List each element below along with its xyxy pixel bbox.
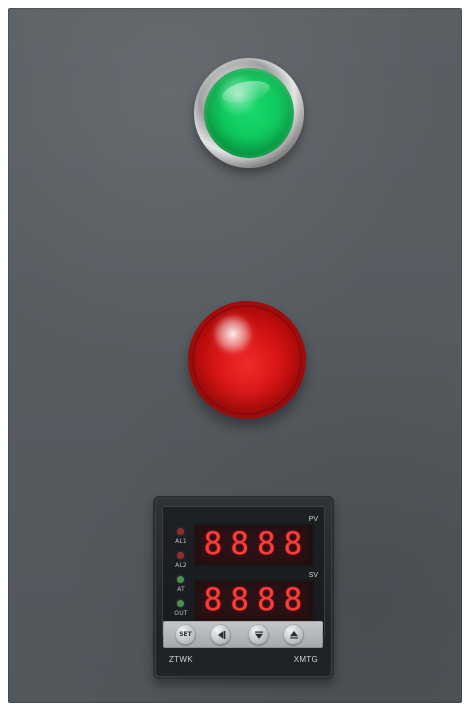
sv-digit-2: 8 xyxy=(230,581,249,618)
up-triangle-icon xyxy=(289,630,298,638)
al1-led xyxy=(177,528,184,535)
pv-label: PV xyxy=(308,516,318,523)
controller-gloss xyxy=(153,649,334,679)
down-triangle-icon xyxy=(254,631,263,639)
al1-label: AL1 xyxy=(175,538,187,545)
down-button[interactable] xyxy=(248,624,269,645)
red-indicator-lamp xyxy=(188,301,306,419)
sv-digit-3: 8 xyxy=(256,581,276,618)
controller-buttons: SET xyxy=(163,621,323,648)
sv-display: 8 8 8 8 xyxy=(194,580,314,622)
pv-digit-1: 8 xyxy=(203,525,223,562)
al2-label: AL2 xyxy=(175,562,187,569)
sv-digit-4: 8 xyxy=(283,581,303,618)
up-button[interactable] xyxy=(283,624,304,645)
temperature-controller: AL1 AL2 AT OUT PV 8 8 8 8 SV 8 8 8 8 SET… xyxy=(153,496,334,679)
brand-left-label: ZTWK xyxy=(169,655,193,664)
set-button[interactable]: SET xyxy=(175,624,196,645)
sv-label: SV xyxy=(308,572,318,579)
out-led xyxy=(177,600,184,607)
out-label: OUT xyxy=(174,610,188,617)
control-panel: AL1 AL2 AT OUT PV 8 8 8 8 SV 8 8 8 8 SET… xyxy=(8,8,462,703)
pv-digit-4: 8 xyxy=(283,525,303,562)
pv-digit-2: 8 xyxy=(230,525,249,562)
at-led xyxy=(177,576,184,583)
status-leds: AL1 AL2 AT OUT xyxy=(172,528,188,628)
pv-digits: 8 8 8 8 xyxy=(201,526,305,562)
brand-right-label: XMTG xyxy=(293,655,318,664)
al2-led xyxy=(177,552,184,559)
green-indicator-lamp xyxy=(194,58,304,168)
pv-digit-3: 8 xyxy=(256,525,276,562)
sv-digits: 8 8 8 8 xyxy=(201,582,305,618)
left-triangle-icon xyxy=(217,630,225,639)
set-button-label: SET xyxy=(179,631,192,638)
red-lamp-rim xyxy=(192,305,302,415)
sv-digit-1: 8 xyxy=(203,581,223,618)
shift-button[interactable] xyxy=(210,624,231,645)
at-label: AT xyxy=(177,586,185,593)
pv-display: 8 8 8 8 xyxy=(194,524,314,566)
green-lamp-lens xyxy=(204,68,294,158)
controller-faceplate: AL1 AL2 AT OUT PV 8 8 8 8 SV 8 8 8 8 xyxy=(162,506,325,638)
green-lamp-highlight xyxy=(220,77,272,107)
